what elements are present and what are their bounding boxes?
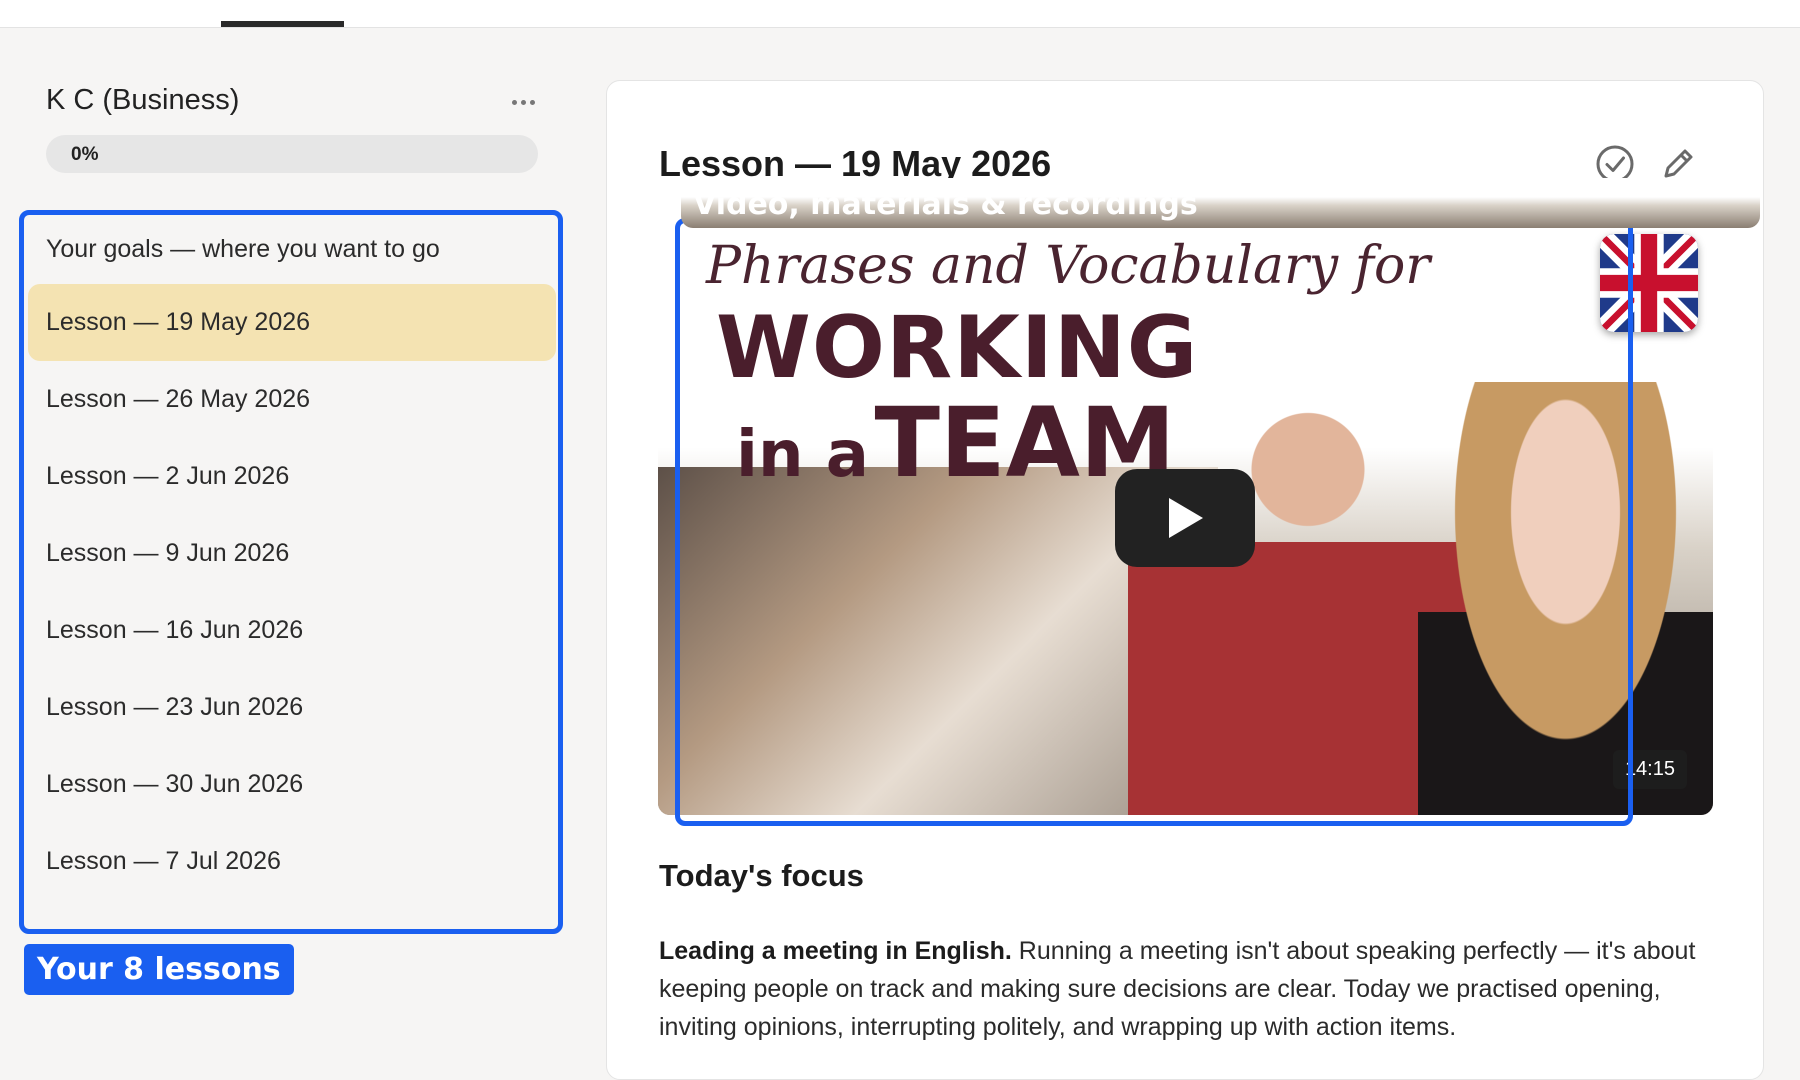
- course-title: K C (Business): [46, 84, 240, 116]
- top-navigation-bar: [0, 0, 1800, 28]
- video-annotation-badge: Video, materials & recordings: [681, 178, 1760, 228]
- focus-description: Leading a meeting in English. Running a …: [659, 932, 1699, 1046]
- lessons-annotation-badge: Your 8 lessons: [24, 944, 294, 995]
- active-tab-indicator: [221, 21, 344, 27]
- play-icon: [1169, 498, 1203, 538]
- video-title-in-a: in a: [736, 418, 869, 492]
- video-title-line-3: in a TEAM: [736, 387, 1175, 499]
- more-options-button[interactable]: [503, 92, 543, 112]
- progress-label: 0%: [71, 144, 99, 165]
- pencil-icon: [1664, 149, 1693, 178]
- course-progress-bar: 0%: [46, 135, 538, 173]
- uk-flag-icon: [1600, 234, 1698, 332]
- lessons-highlight-frame: [19, 210, 563, 934]
- lesson-video-player[interactable]: Phrases and Vocabulary for WORKING in a …: [658, 222, 1713, 815]
- edit-lesson-button[interactable]: [1660, 146, 1696, 182]
- video-title-line-2: WORKING: [716, 298, 1199, 398]
- more-horizontal-icon: [511, 99, 517, 105]
- video-title-line-1: Phrases and Vocabulary for: [706, 236, 1431, 296]
- play-button[interactable]: [1115, 469, 1255, 567]
- focus-lead: Leading a meeting in English.: [659, 937, 1012, 965]
- video-duration: 14:15: [1612, 750, 1687, 789]
- focus-heading: Today's focus: [659, 858, 864, 893]
